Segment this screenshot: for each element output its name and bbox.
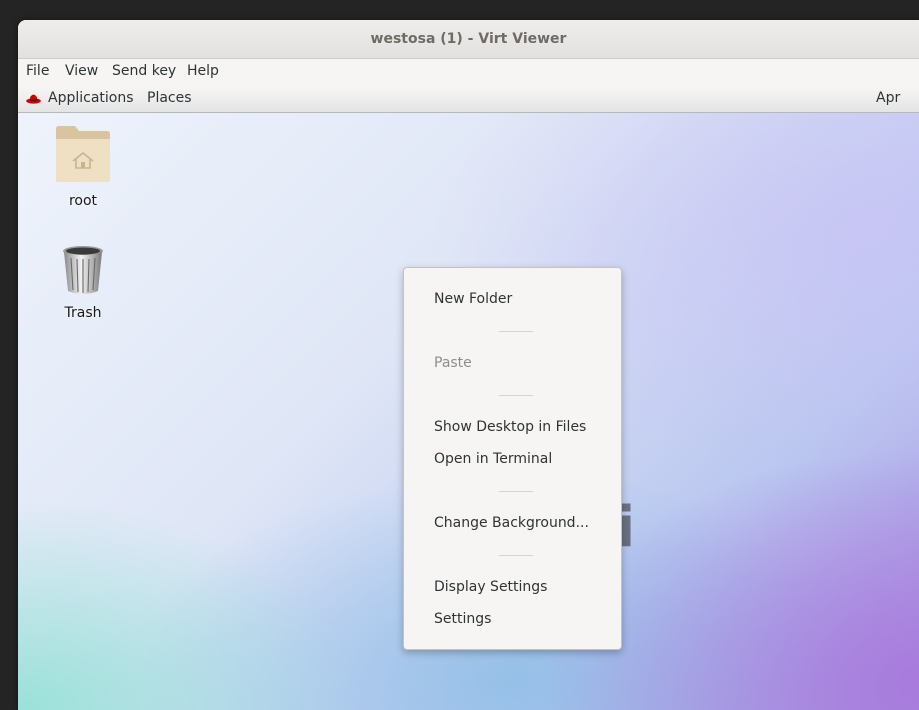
- menu-separator: [499, 555, 533, 556]
- window-title: westosa (1) - Virt Viewer: [370, 31, 567, 47]
- menu-item-show-desktop-in-files[interactable]: Show Desktop in Files: [434, 414, 604, 440]
- menu-item-paste: Paste: [434, 355, 472, 371]
- places-menu[interactable]: Places: [147, 85, 192, 112]
- menu-item-change-background[interactable]: Change Background...: [434, 510, 604, 536]
- menu-item-display-settings[interactable]: Display Settings: [434, 574, 604, 600]
- desktop-icon-label: root: [68, 193, 98, 209]
- menu-file[interactable]: File: [26, 59, 49, 83]
- menu-separator: [499, 331, 533, 332]
- desktop-icon-trash[interactable]: Trash: [38, 245, 128, 321]
- gnome-top-bar: Applications Places Apr 10: [18, 85, 919, 133]
- menu-separator: [499, 395, 533, 396]
- desktop-context-menu: New Folder Paste Show Desktop in Files O…: [403, 267, 622, 650]
- desktop-icon-root[interactable]: root: [38, 123, 128, 209]
- menu-send-key[interactable]: Send key: [112, 59, 176, 83]
- menu-separator: [499, 491, 533, 492]
- desktop-area[interactable]: root Trash i New Folder Paste Show Deskt…: [18, 113, 919, 710]
- menu-view[interactable]: View: [65, 59, 98, 83]
- menu-item-new-folder[interactable]: New Folder: [434, 286, 604, 312]
- desktop-icon-label: Trash: [64, 305, 102, 321]
- redhat-logo-icon: [26, 94, 41, 104]
- menubar: File View Send key Help: [18, 59, 919, 86]
- menu-item-settings[interactable]: Settings: [434, 606, 604, 632]
- window-titlebar[interactable]: westosa (1) - Virt Viewer: [18, 20, 919, 59]
- menu-help[interactable]: Help: [187, 59, 219, 83]
- menu-item-open-in-terminal[interactable]: Open in Terminal: [434, 446, 604, 472]
- applications-menu[interactable]: Applications: [48, 85, 134, 112]
- home-folder-icon: [56, 126, 110, 182]
- virt-viewer-window: westosa (1) - Virt Viewer File View Send…: [18, 20, 919, 710]
- trash-icon: [63, 246, 103, 294]
